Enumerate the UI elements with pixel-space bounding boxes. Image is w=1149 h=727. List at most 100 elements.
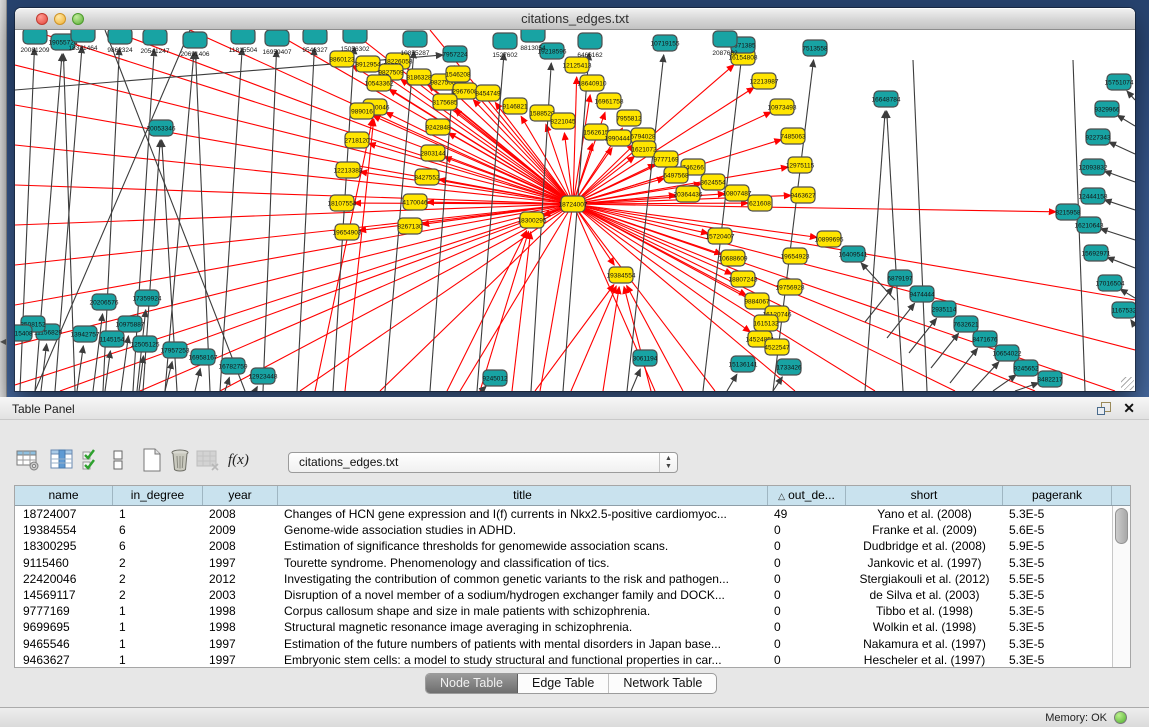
graph-node[interactable]: 12505125 — [131, 336, 160, 352]
table-cell[interactable]: 6 — [113, 539, 203, 553]
graph-node[interactable]: 1145154 — [100, 331, 125, 347]
table-row[interactable]: 946362711997Embryonic stem cells: a mode… — [15, 652, 1112, 667]
graph-node[interactable]: 18724007 — [559, 196, 588, 212]
graph-node[interactable]: 1546208 — [445, 66, 471, 82]
table-row[interactable]: 2242004622012Investigating the contribut… — [15, 571, 1112, 587]
function-builder-icon[interactable]: f(x) — [228, 448, 258, 472]
graph-node[interactable]: 16958167 — [189, 349, 218, 365]
graph-node[interactable]: 15720407 — [706, 228, 735, 244]
graph-nodes[interactable]: 1872400718300295193845548860123891295418… — [15, 30, 1135, 387]
table-cell[interactable]: 0 — [768, 523, 846, 537]
table-cell[interactable]: Tourette syndrome. Phenomenology and cla… — [278, 556, 768, 570]
table-cell[interactable]: Nakamura et al. (1997) — [846, 637, 1003, 651]
table-vertical-scrollbar[interactable] — [1112, 506, 1130, 667]
graph-node[interactable]: 15056302 — [341, 30, 370, 53]
graph-node[interactable]: 11815504 — [229, 30, 258, 54]
column-header-out_de[interactable]: △out_de... — [768, 486, 846, 505]
table-cell[interactable]: 18724007 — [15, 507, 113, 521]
graph-node[interactable]: 7632621 — [953, 316, 979, 332]
graph-node[interactable]: 16961758 — [595, 93, 624, 109]
graph-node[interactable]: 19384554 — [607, 267, 636, 283]
graph-node[interactable]: 7513558 — [802, 40, 828, 56]
table-cell[interactable]: 5.3E-5 — [1003, 507, 1112, 521]
table-cell[interactable]: 22420046 — [15, 572, 113, 586]
graph-node[interactable]: 13942757 — [71, 326, 100, 342]
table-cell[interactable]: Franke et al. (2009) — [846, 523, 1003, 537]
table-cell[interactable]: 9777169 — [15, 604, 113, 618]
table-cell[interactable]: 2 — [113, 572, 203, 586]
graph-node[interactable]: 16210643 — [1075, 217, 1104, 233]
table-cell[interactable]: 0 — [768, 556, 846, 570]
column-header-name[interactable]: name — [15, 486, 113, 505]
graph-node[interactable]: 9463627 — [790, 187, 816, 203]
graph-node[interactable]: 10688609 — [719, 250, 748, 266]
column-header-year[interactable]: year — [203, 486, 278, 505]
graph-node[interactable]: 18107554 — [328, 195, 357, 211]
graph-node[interactable]: 16648784 — [872, 91, 901, 107]
collapse-arrow-icon[interactable]: ◀ — [0, 338, 6, 346]
graph-node[interactable]: 12093832 — [1079, 159, 1108, 175]
memory-status-indicator[interactable] — [1114, 711, 1127, 724]
scrollbar-thumb[interactable] — [1115, 508, 1128, 544]
graph-node[interactable]: 1527602 — [492, 33, 518, 59]
table-cell[interactable]: Dudbridge et al. (2008) — [846, 539, 1003, 553]
table-cell[interactable]: 1 — [113, 604, 203, 618]
table-cell[interactable]: Disruption of a novel member of a sodium… — [278, 588, 768, 602]
graph-node[interactable]: 2803144 — [420, 145, 446, 161]
graph-node[interactable]: 12213383 — [334, 162, 363, 178]
graph-node[interactable]: 6497568 — [663, 167, 689, 183]
graph-node[interactable]: 8215958 — [1055, 204, 1081, 220]
graph-node[interactable]: 10975887 — [116, 316, 145, 332]
table-cell[interactable]: Wolkin et al. (1998) — [846, 620, 1003, 634]
table-cell[interactable]: 1998 — [203, 620, 278, 634]
table-cell[interactable]: 2008 — [203, 539, 278, 553]
table-cell[interactable]: 49 — [768, 507, 846, 521]
graph-node[interactable]: 621608 — [748, 195, 772, 211]
table-cell[interactable]: 9465546 — [15, 637, 113, 651]
graph-node[interactable]: 10654022 — [993, 345, 1022, 361]
table-cell[interactable]: 5.3E-5 — [1003, 653, 1112, 667]
collapsed-panel-strip[interactable]: ◀ — [0, 0, 7, 397]
table-row[interactable]: 1872400712008Changes of HCN gene express… — [15, 506, 1112, 522]
graph-node[interactable]: 989016 — [350, 103, 374, 119]
table-cell[interactable]: 5.3E-5 — [1003, 588, 1112, 602]
graph-node[interactable]: 8221045 — [550, 113, 576, 129]
table-cell[interactable]: 0 — [768, 539, 846, 553]
graph-node[interactable]: 10543362 — [365, 75, 394, 91]
table-cell[interactable]: Estimation of the future numbers of pati… — [278, 637, 768, 651]
table-row[interactable]: 946554611997Estimation of the future num… — [15, 636, 1112, 652]
table-row[interactable]: 1938455462009Genome-wide association stu… — [15, 522, 1112, 538]
network-window-titlebar[interactable]: citations_edges.txt — [15, 8, 1135, 30]
table-cell[interactable]: Structural magnetic resonance image aver… — [278, 620, 768, 634]
graph-node[interactable]: 1621072 — [631, 141, 657, 157]
table-cell[interactable]: 1 — [113, 620, 203, 634]
network-graph[interactable]: 1872400718300295193845548860123891295418… — [15, 30, 1135, 391]
table-cell[interactable]: 2012 — [203, 572, 278, 586]
graph-node[interactable]: 8454749 — [475, 85, 501, 101]
graph-node[interactable]: 1615132 — [753, 315, 779, 331]
table-cell[interactable]: 2009 — [203, 523, 278, 537]
new-table-icon[interactable] — [140, 448, 164, 472]
table-cell[interactable]: 18300295 — [15, 539, 113, 553]
graph-node[interactable]: 9862324 — [107, 30, 133, 54]
table-row[interactable]: 969969511998Structural magnetic resonanc… — [15, 619, 1112, 635]
table-cell[interactable]: 19384554 — [15, 523, 113, 537]
graph-node[interactable]: 7957224 — [442, 46, 468, 62]
table-cell[interactable]: 2 — [113, 588, 203, 602]
table-cell[interactable]: 2 — [113, 556, 203, 570]
graph-node[interactable]: 12923448 — [249, 368, 278, 384]
graph-node[interactable]: 17359924 — [133, 290, 162, 306]
graph-node[interactable]: 9329966 — [1094, 101, 1120, 117]
graph-node[interactable]: 9474444 — [909, 286, 935, 302]
graph-node[interactable]: 3624554 — [700, 174, 726, 190]
graph-node[interactable]: 6879197 — [887, 270, 913, 286]
graph-node[interactable]: 12125413 — [563, 57, 592, 73]
graph-node[interactable]: 1733426 — [776, 359, 802, 375]
graph-node[interactable]: 2935114 — [932, 301, 957, 317]
graph-node[interactable]: 19654923 — [781, 248, 810, 264]
graph-node[interactable]: 9245012 — [482, 370, 508, 386]
graph-node[interactable]: 20081209 — [21, 30, 50, 54]
table-cell[interactable]: 9463627 — [15, 653, 113, 667]
graph-node[interactable]: 4522547 — [764, 339, 790, 355]
table-row[interactable]: 977716911998Corpus callosum shape and si… — [15, 603, 1112, 619]
